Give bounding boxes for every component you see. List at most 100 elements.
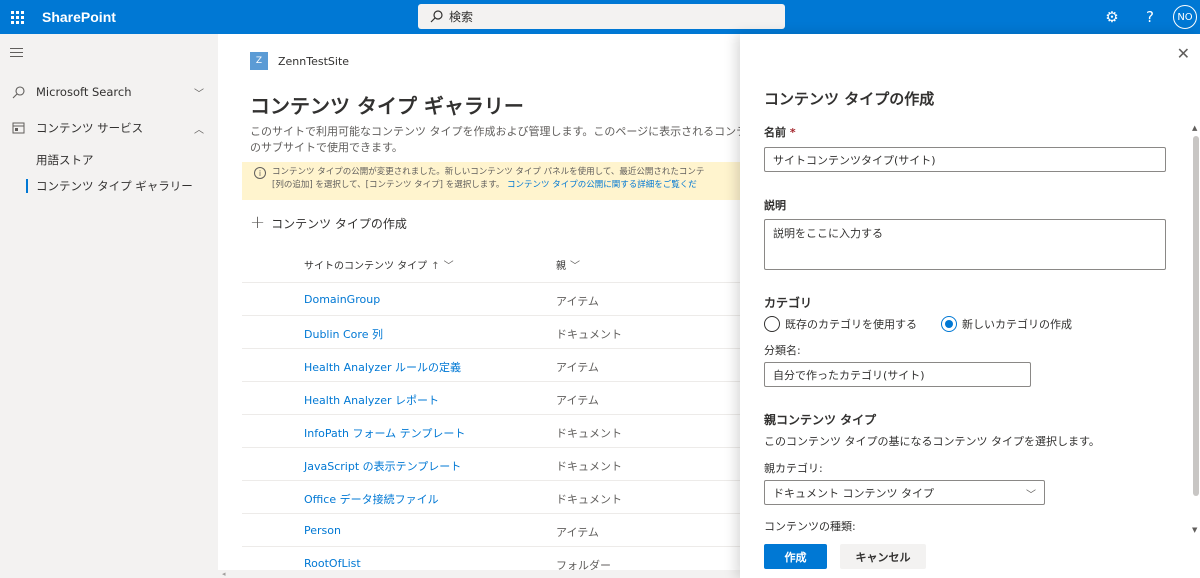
parent-cell: アイテム: [556, 361, 599, 374]
horizontal-scrollbar[interactable]: ◂: [218, 570, 740, 578]
parent-category-value: ドキュメント コンテンツ タイプ: [773, 487, 934, 500]
scroll-down-arrow-icon[interactable]: ▼: [1192, 526, 1197, 534]
parent-cell: ドキュメント: [556, 427, 622, 440]
parent-cell: アイテム: [556, 295, 599, 308]
content-type-link[interactable]: JavaScript の表示テンプレート: [304, 458, 461, 474]
table-row[interactable]: InfoPath フォーム テンプレート ドキュメント: [242, 414, 740, 447]
search-icon: [0, 85, 36, 99]
content-type-link[interactable]: DomainGroup: [304, 293, 380, 306]
parent-cell: アイテム: [556, 526, 599, 539]
name-label-text: 名前: [764, 126, 786, 139]
parent-category-dropdown[interactable]: ドキュメント コンテンツ タイプ ﹀: [764, 480, 1045, 505]
chevron-down-icon: ﹀: [570, 261, 580, 272]
content-type-link[interactable]: Health Analyzer ルールの定義: [304, 359, 461, 375]
table-row[interactable]: JavaScript の表示テンプレート ドキュメント: [242, 447, 740, 480]
content-kind-label: コンテンツの種類:: [764, 520, 856, 533]
page-description-line: このサイトで利用可能なコンテンツ タイプを作成および管理します。このページに表示…: [250, 125, 740, 138]
page-description: このサイトで利用可能なコンテンツ タイプを作成および管理します。このページに表示…: [250, 124, 740, 156]
table-row[interactable]: Health Analyzer レポート アイテム: [242, 381, 740, 414]
notice-link[interactable]: コンテンツ タイプの公開に関する詳細をご覧くだ: [507, 180, 697, 190]
info-notice-bar: i コンテンツ タイプの公開が変更されました。新しいコンテンツ タイプ パネルを…: [242, 162, 740, 200]
name-field[interactable]: サイトコンテンツタイプ(サイト): [764, 147, 1166, 172]
help-icon[interactable]: ?: [1131, 0, 1169, 34]
sort-ascending-icon: ↑: [431, 261, 440, 272]
table-row[interactable]: Health Analyzer ルールの定義 アイテム: [242, 348, 740, 381]
create-content-type-label: コンテンツ タイプの作成: [271, 216, 407, 231]
table-row[interactable]: Person アイテム: [242, 513, 740, 546]
parent-cell: フォルダー: [556, 559, 611, 570]
create-button[interactable]: 作成: [764, 544, 827, 569]
radio-existing-label[interactable]: 既存のカテゴリを使用する: [785, 316, 917, 332]
description-field[interactable]: 説明をここに入力する: [764, 219, 1166, 270]
content-type-link[interactable]: Person: [304, 524, 341, 537]
chevron-up-icon[interactable]: ︿: [194, 121, 204, 136]
settings-gear-icon[interactable]: ⚙: [1093, 0, 1131, 34]
page-title: コンテンツ タイプ ギャラリー: [250, 94, 524, 118]
content-services-icon: [0, 122, 36, 134]
nav-item-microsoft-search[interactable]: Microsoft Search ﹀: [0, 80, 218, 104]
parent-cell: ドキュメント: [556, 328, 622, 341]
category-section-title: カテゴリ: [764, 296, 813, 310]
nav-item-label: コンテンツ サービス: [36, 121, 144, 135]
cancel-button[interactable]: キャンセル: [840, 544, 926, 569]
suite-bar: SharePoint 検索 ⚙ ? NO: [0, 0, 1200, 34]
radio-new-label[interactable]: 新しいカテゴリの作成: [962, 316, 1072, 332]
scroll-up-arrow-icon[interactable]: ▲: [1192, 124, 1197, 132]
create-content-type-button[interactable]: + コンテンツ タイプの作成: [250, 214, 407, 232]
name-label: 名前 *: [764, 124, 796, 140]
info-icon: i: [254, 167, 266, 179]
panel-title: コンテンツ タイプの作成: [764, 90, 935, 108]
scrollbar-thumb[interactable]: [1193, 136, 1199, 496]
column-header-name[interactable]: サイトのコンテンツ タイプ ↑ ﹀: [304, 257, 454, 272]
nav-subitem-content-type-gallery[interactable]: コンテンツ タイプ ギャラリー: [26, 178, 193, 194]
scroll-left-arrow-icon[interactable]: ◂: [222, 571, 226, 578]
notice-text: [列の追加] を選択して、[コンテンツ タイプ] を選択します。: [272, 180, 505, 190]
search-placeholder: 検索: [449, 10, 474, 24]
chevron-down-icon[interactable]: ﹀: [194, 85, 204, 100]
create-content-type-panel: ✕ コンテンツ タイプの作成 名前 * サイトコンテンツタイプ(サイト) 説明 …: [740, 34, 1200, 578]
content-type-link[interactable]: Office データ接続ファイル: [304, 491, 439, 507]
nav-item-content-services[interactable]: コンテンツ サービス ︿: [0, 116, 218, 140]
search-box[interactable]: 検索: [418, 4, 785, 29]
vertical-scrollbar[interactable]: ▲ ▼: [1192, 124, 1200, 534]
content-type-link[interactable]: Dublin Core 列: [304, 326, 383, 342]
close-icon[interactable]: ✕: [1177, 46, 1190, 62]
hamburger-menu-icon[interactable]: [10, 48, 23, 60]
page-description-line: のサブサイトで使用できます。: [250, 141, 403, 154]
chevron-down-icon: ﹀: [443, 261, 454, 272]
classification-label: 分類名:: [764, 344, 801, 357]
parent-content-type-description: このコンテンツ タイプの基になるコンテンツ タイプを選択します。: [764, 435, 1100, 448]
category-radio-group: 既存のカテゴリを使用する 新しいカテゴリの作成: [764, 316, 1072, 332]
parent-cell: ドキュメント: [556, 460, 622, 473]
description-label: 説明: [764, 199, 786, 212]
brand-name[interactable]: SharePoint: [42, 9, 116, 25]
parent-content-type-section-title: 親コンテンツ タイプ: [764, 413, 877, 427]
nav-subitem-term-store[interactable]: 用語ストア: [36, 152, 94, 168]
content-type-link[interactable]: Health Analyzer レポート: [304, 392, 439, 408]
table-row[interactable]: Office データ接続ファイル ドキュメント: [242, 480, 740, 513]
parent-category-label: 親カテゴリ:: [764, 462, 823, 475]
site-name: ZennTestSite: [278, 54, 350, 68]
chevron-down-icon: ﹀: [1026, 490, 1036, 501]
radio-new-category[interactable]: [941, 316, 957, 332]
classification-field[interactable]: 自分で作ったカテゴリ(サイト): [764, 362, 1031, 387]
table-row[interactable]: DomainGroup アイテム: [242, 282, 740, 315]
avatar[interactable]: NO: [1173, 5, 1197, 29]
table-row[interactable]: RootOfList フォルダー: [242, 546, 740, 570]
parent-cell: ドキュメント: [556, 493, 622, 506]
plus-icon: +: [250, 212, 266, 233]
left-navigation: Microsoft Search ﹀ コンテンツ サービス ︿ 用語ストア コン…: [0, 34, 218, 578]
content-type-link[interactable]: InfoPath フォーム テンプレート: [304, 425, 465, 441]
app-launcher-icon[interactable]: [0, 0, 34, 34]
radio-existing-category[interactable]: [764, 316, 780, 332]
content-type-link[interactable]: RootOfList: [304, 557, 361, 570]
site-header[interactable]: Z ZennTestSite: [250, 52, 349, 70]
nav-item-label: Microsoft Search: [36, 85, 132, 99]
search-icon: [430, 10, 443, 23]
parent-cell: アイテム: [556, 394, 599, 407]
required-mark: *: [789, 126, 796, 139]
column-header-label: サイトのコンテンツ タイプ: [304, 261, 428, 272]
column-header-parent[interactable]: 親 ﹀: [556, 257, 580, 272]
site-logo: Z: [250, 52, 268, 70]
table-row[interactable]: Dublin Core 列 ドキュメント: [242, 315, 740, 348]
